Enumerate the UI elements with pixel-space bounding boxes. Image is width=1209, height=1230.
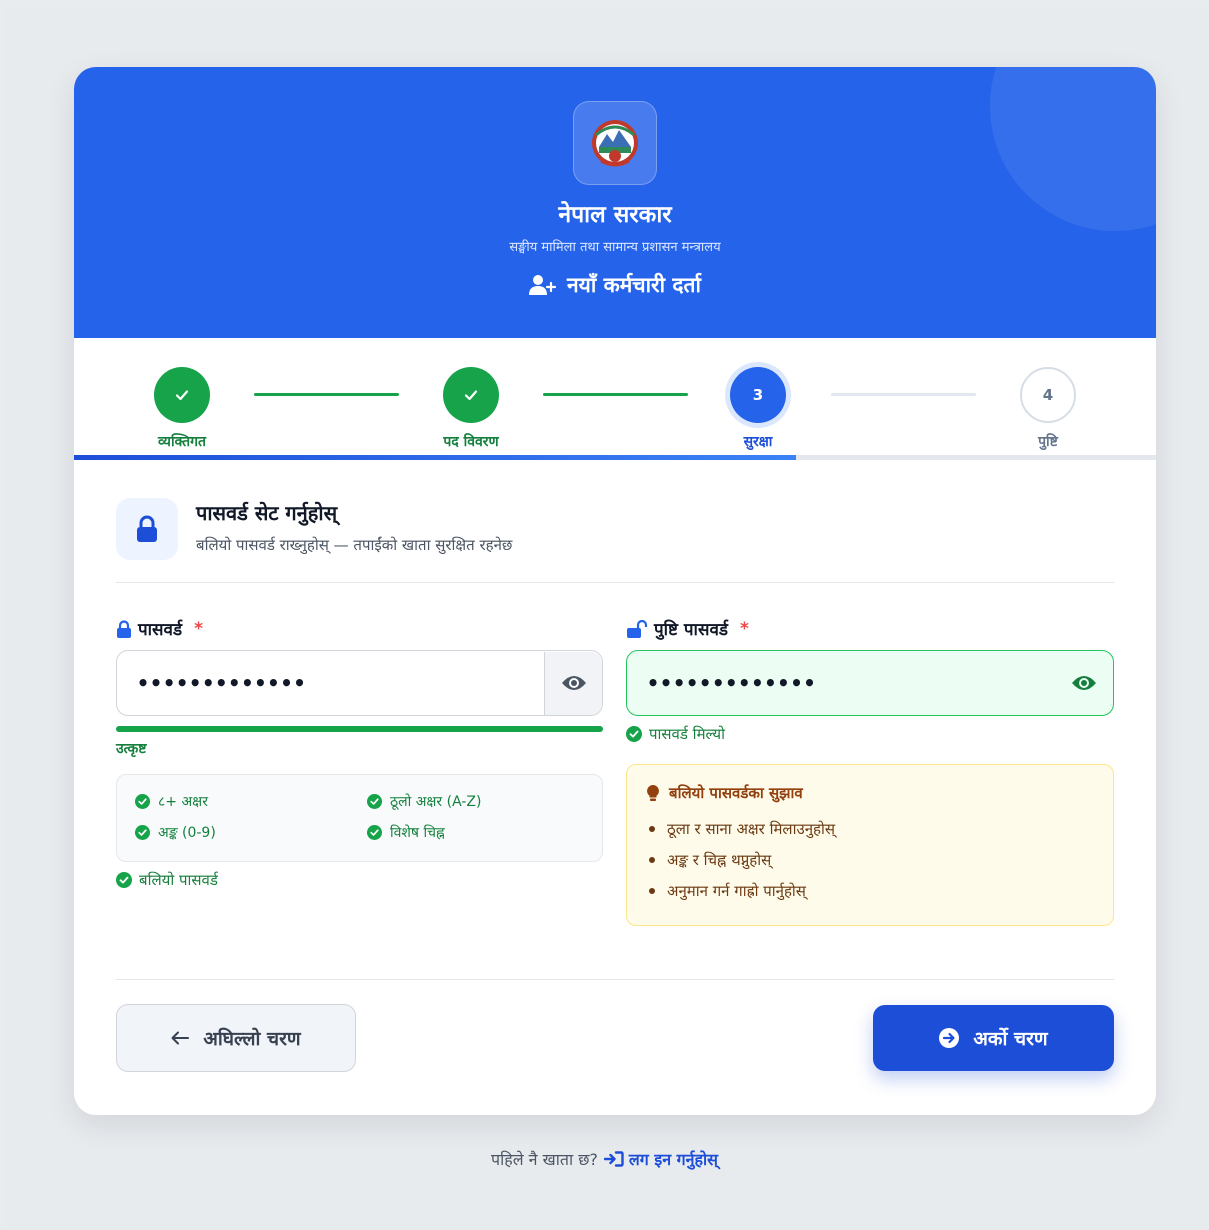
password-toggle-button[interactable] xyxy=(544,651,602,715)
confirm-password-input[interactable]: ••••••••••••• xyxy=(626,650,1114,716)
step-connector-3 xyxy=(831,393,976,396)
bullet xyxy=(649,826,655,832)
arrow-left-icon xyxy=(171,1031,190,1045)
step-4-circle: 4 xyxy=(1020,367,1076,423)
password-value[interactable]: ••••••••••••• xyxy=(117,671,544,695)
step-2-circle xyxy=(443,367,499,423)
step-progress-fill xyxy=(74,455,796,460)
tip-text: ठूला र साना अक्षर मिलाउनुहोस् xyxy=(667,820,836,838)
lock-icon xyxy=(137,515,157,542)
tips-title: बलियो पासवर्डका सुझाव xyxy=(669,784,803,802)
step-3-label: सुरक्षा xyxy=(743,434,773,450)
login-link[interactable]: लग इन गर्नुहोस् xyxy=(603,1148,718,1170)
tip-item: अनुमान गर्न गाह्रो पार्नुहोस् xyxy=(649,881,806,901)
check-icon xyxy=(175,390,189,401)
confirm-toggle-button[interactable] xyxy=(1055,652,1113,715)
requirement-length: ८+ अक्षर xyxy=(135,792,208,811)
next-step-button[interactable]: अर्को चरण xyxy=(873,1005,1114,1071)
previous-step-label: अघिल्लो चरण xyxy=(203,1028,301,1050)
requirement-label: अङ्क (0-9) xyxy=(158,825,216,841)
nepal-emblem xyxy=(592,120,638,167)
step-progress-track xyxy=(74,455,1156,460)
step-4-number: 4 xyxy=(1042,386,1054,404)
eye-icon xyxy=(561,676,586,690)
password-status: बलियो पासवर्ड xyxy=(116,870,218,890)
requirement-digit: अङ्क (0-9) xyxy=(135,823,216,842)
step-3-number: 3 xyxy=(752,386,764,404)
requirement-uppercase: ठूलो अक्षर (A-Z) xyxy=(367,792,481,811)
tip-text: अनुमान गर्न गाह्रो पार्नुहोस् xyxy=(667,882,806,900)
password-strength-fill xyxy=(116,726,603,732)
required-mark: * xyxy=(194,618,203,639)
tip-text: अङ्क र चिह्न थप्नुहोस् xyxy=(667,851,772,869)
lock-icon xyxy=(117,619,131,638)
tip-item: ठूला र साना अक्षर मिलाउनुहोस् xyxy=(649,819,835,839)
check-circle-icon xyxy=(367,825,382,840)
actions-divider xyxy=(116,979,1114,980)
required-mark: * xyxy=(740,618,749,639)
emblem-container xyxy=(573,101,657,185)
previous-step-button[interactable]: अघिल्लो चरण xyxy=(116,1004,356,1072)
user-plus-icon xyxy=(529,275,557,295)
next-step-label: अर्को चरण xyxy=(973,1028,1048,1050)
section-icon-box xyxy=(116,498,178,560)
password-input[interactable]: ••••••••••••• xyxy=(116,650,603,716)
bullet xyxy=(649,888,655,894)
login-label[interactable]: लग इन गर्नुहोस् xyxy=(629,1148,718,1170)
password-label: पासवर्ड * xyxy=(116,617,203,640)
check-circle-icon xyxy=(367,794,382,809)
registration-heading: नयाँ कर्मचारी दर्ता xyxy=(74,271,1156,299)
check-circle-icon xyxy=(135,825,150,840)
step-1-label: व्यक्तिगत xyxy=(158,434,206,450)
password-tips-box: बलियो पासवर्डका सुझाव ठूला र साना अक्षर … xyxy=(626,764,1114,926)
step-connector-2 xyxy=(543,393,688,396)
step-3-circle: 3 xyxy=(730,367,786,423)
password-strength-label: उत्कृष्ट xyxy=(116,741,147,757)
header-banner: नेपाल सरकार सङ्घीय मामिला तथा सामान्य प्… xyxy=(74,67,1156,338)
confirm-password-label: पुष्टि पासवर्ड * xyxy=(626,617,749,640)
check-circle-icon xyxy=(116,872,132,888)
header-subtitle: सङ्घीय मामिला तथा सामान्य प्रशासन मन्त्र… xyxy=(509,240,721,255)
confirm-password-value[interactable]: ••••••••••••• xyxy=(627,671,1055,695)
confirm-label-text: पुष्टि पासवर्ड xyxy=(654,620,729,640)
tips-heading: बलियो पासवर्डका सुझाव xyxy=(647,783,803,803)
footer-question: पहिले नै खाता छ? xyxy=(491,1150,598,1169)
check-circle-icon xyxy=(626,726,642,742)
registration-label: नयाँ कर्मचारी दर्ता xyxy=(567,273,701,297)
tip-item: अङ्क र चिह्न थप्नुहोस् xyxy=(649,850,771,870)
password-requirements: ८+ अक्षर ठूलो अक्षर (A-Z) अङ्क (0-9) विश… xyxy=(116,774,603,862)
requirement-special: विशेष चिह्न xyxy=(367,823,445,842)
arrow-circle-right-icon xyxy=(939,1028,960,1048)
requirement-label: ८+ अक्षर xyxy=(158,794,208,810)
section-subtitle: बलियो पासवर्ड राख्नुहोस् — तपाईंको खाता … xyxy=(196,536,513,554)
footer: पहिले नै खाता छ? लग इन गर्नुहोस् xyxy=(0,1148,1209,1170)
password-label-text: पासवर्ड xyxy=(138,620,183,640)
requirement-label: ठूलो अक्षर (A-Z) xyxy=(390,794,482,810)
password-match-text: पासवर्ड मिल्यो xyxy=(649,725,725,743)
sign-in-icon xyxy=(603,1151,624,1167)
check-icon xyxy=(464,390,478,401)
section-title: पासवर्ड सेट गर्नुहोस् xyxy=(196,501,338,525)
unlock-icon xyxy=(627,619,648,638)
step-connector-1 xyxy=(254,393,399,396)
step-1-circle xyxy=(154,367,210,423)
bullet xyxy=(649,857,655,863)
registration-card: नेपाल सरकार सङ्घीय मामिला तथा सामान्य प्… xyxy=(74,67,1156,1115)
eye-icon xyxy=(1072,676,1096,690)
step-4-label: पुष्टि xyxy=(1038,434,1058,450)
section-divider xyxy=(116,582,1114,583)
lightbulb-icon xyxy=(647,784,659,801)
step-2-label: पद विवरण xyxy=(443,434,499,450)
header-title: नेपाल सरकार xyxy=(558,202,672,228)
password-strength-bar xyxy=(116,726,603,732)
check-circle-icon xyxy=(135,794,150,809)
password-match-status: पासवर्ड मिल्यो xyxy=(626,724,725,744)
requirement-label: विशेष चिह्न xyxy=(390,825,445,841)
password-status-text: बलियो पासवर्ड xyxy=(139,871,218,889)
